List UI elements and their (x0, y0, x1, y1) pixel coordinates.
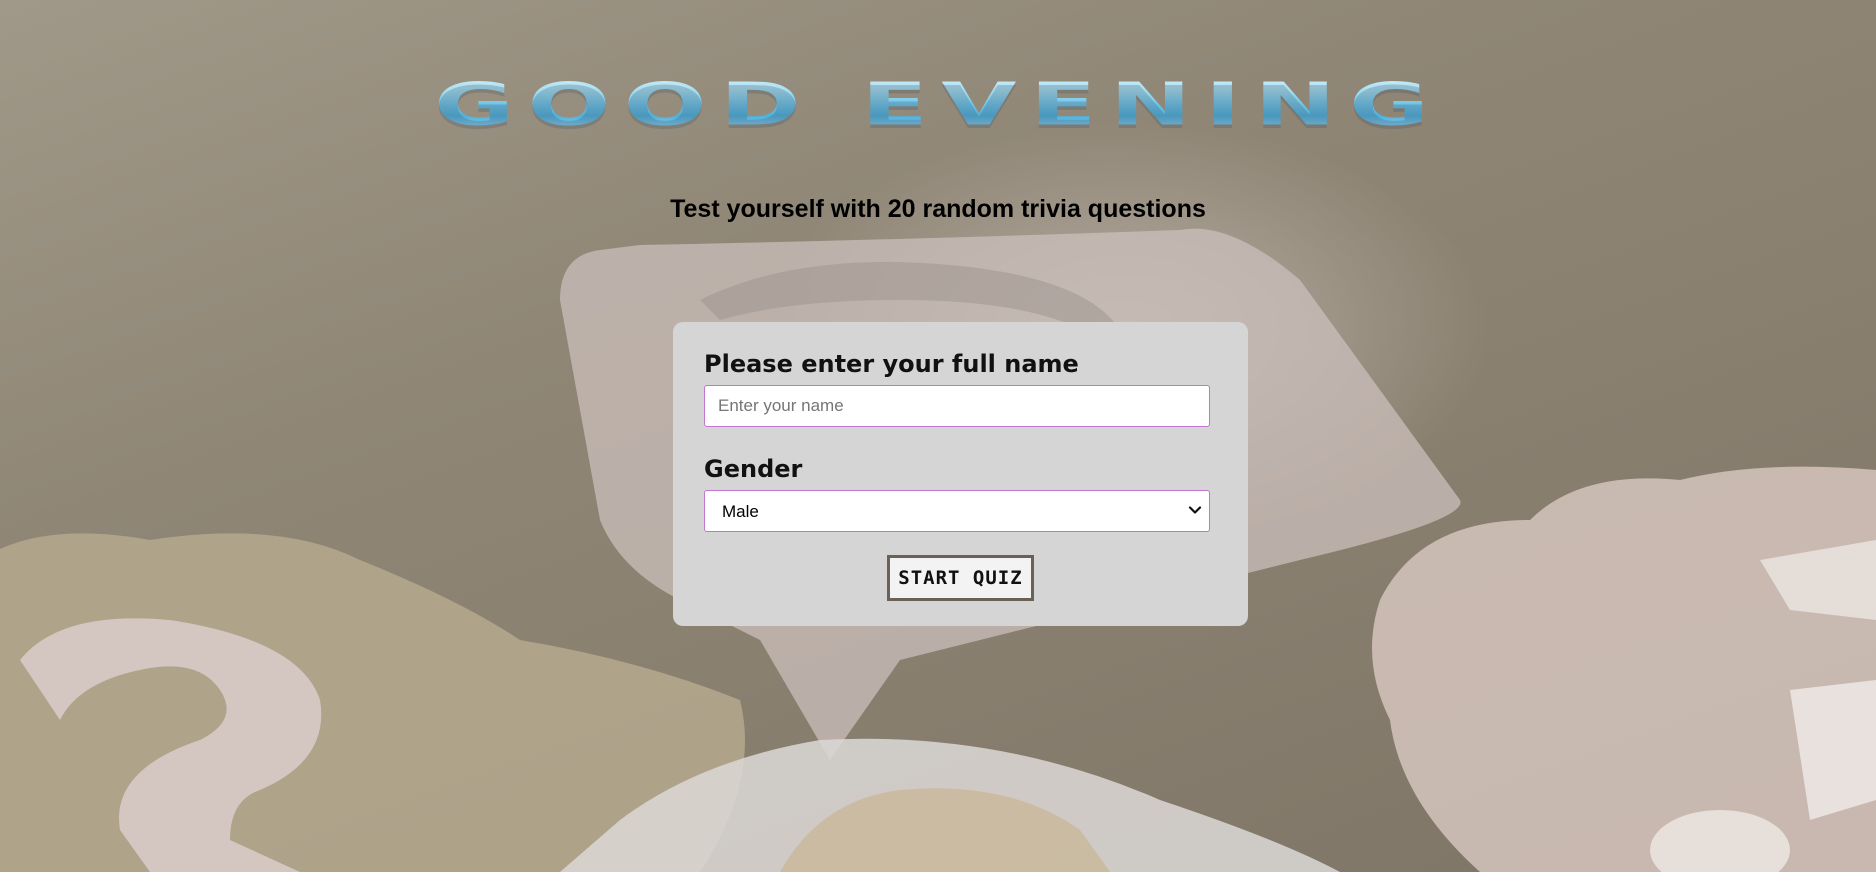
gender-select[interactable]: Male (704, 489, 1210, 532)
gender-label: Gender (704, 454, 803, 483)
start-quiz-button[interactable]: START QUIZ (887, 554, 1034, 601)
name-label: Please enter your full name (704, 350, 1079, 378)
gender-selected-value: Male (722, 501, 759, 521)
chevron-down-icon (1188, 505, 1202, 514)
full-name-input[interactable] (704, 384, 1210, 427)
page-subtitle: Test yourself with 20 random trivia ques… (670, 195, 1206, 223)
quiz-start-form: Please enter your full name Gender Male … (673, 322, 1248, 626)
greeting-heading: GOOD EVENING (0, 68, 1876, 140)
greeting-text: GOOD EVENING (433, 69, 1443, 139)
